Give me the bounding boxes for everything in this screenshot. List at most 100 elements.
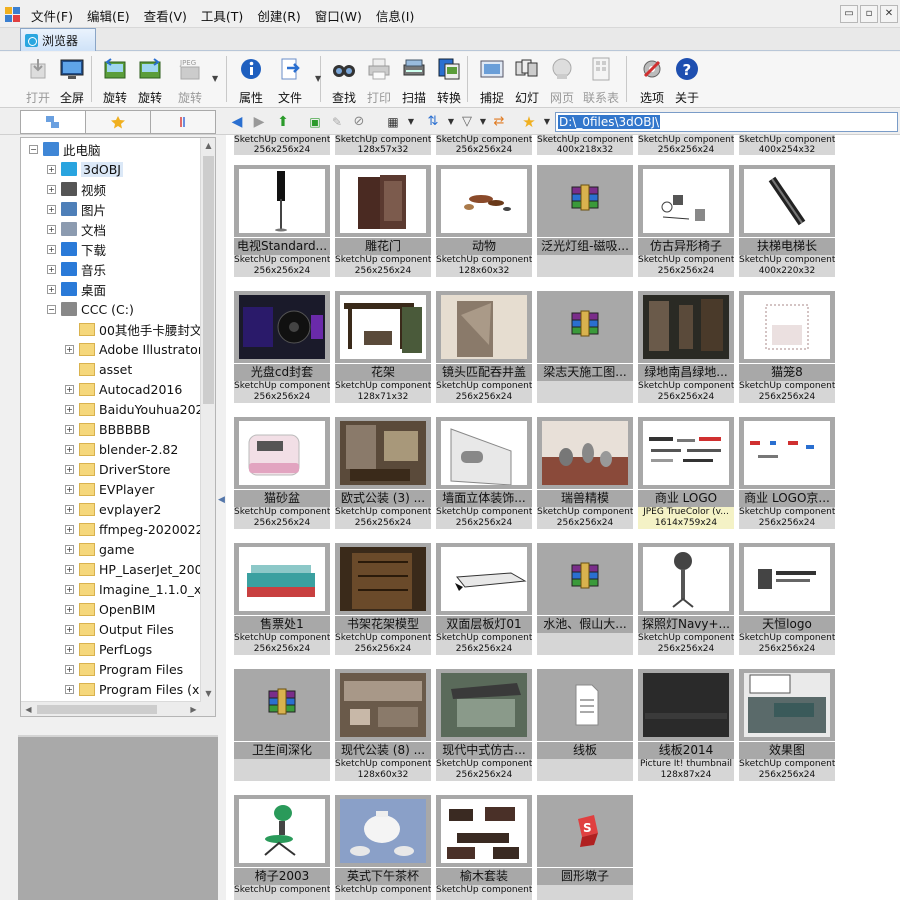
panel-splitter[interactable]: ◀ [218, 495, 225, 515]
tree-item[interactable]: 00其他手卡腰封文 [65, 319, 202, 339]
tree-item[interactable]: + ffmpeg-2020022 [65, 519, 204, 539]
expand-icon[interactable]: + [47, 284, 56, 294]
thumbnail-partial[interactable]: SketchUp component 256x256x24 [436, 135, 532, 155]
thumbnail-item[interactable]: 花架 SketchUp component 128x71x32 [335, 291, 431, 408]
toolbar-button-info[interactable]: 属性 [233, 56, 269, 106]
rename-icon[interactable]: ✎ [328, 113, 346, 131]
expand-icon[interactable]: + [47, 244, 56, 254]
thumbnail-item[interactable]: 泛光灯组-磁吸... [537, 165, 633, 282]
thumbnail-item[interactable]: 售票处1 SketchUp component 256x256x24 [234, 543, 330, 660]
thumbnail-item[interactable]: S 圆形墩子 [537, 795, 633, 900]
thumbnail-item[interactable]: 商业 LOGO京... SketchUp component 256x256x24 [739, 417, 835, 534]
expand-icon[interactable]: + [47, 264, 56, 274]
refresh-icon[interactable]: ⇄ [490, 113, 508, 131]
thumbnail-item[interactable]: 雕花门 SketchUp component 256x256x24 [335, 165, 431, 282]
thumbnail-item[interactable]: 猫砂盆 SketchUp component 256x256x24 [234, 417, 330, 534]
thumbnail-item[interactable]: 线板 [537, 669, 633, 786]
thumbnail-item[interactable]: 双面层板灯01 SketchUp component 256x256x24 [436, 543, 532, 660]
tree-item[interactable]: + 图片 [47, 199, 106, 219]
toolbar-button-capture[interactable]: 捕捉 [474, 56, 510, 106]
thumbnail-item[interactable]: 欧式公装 (3) ... SketchUp component 256x256x24 [335, 417, 431, 534]
thumbnail-item[interactable]: 椅子2003 SketchUp component [234, 795, 330, 900]
toolbar-button-file[interactable]: 文件 [272, 56, 308, 106]
tree-item[interactable]: − 此电脑 [29, 139, 101, 159]
tree-horizontal-scrollbar[interactable]: ◀ ▶ [21, 701, 201, 716]
tree-item[interactable]: + 文档 [47, 219, 106, 239]
menu-item[interactable]: 窗口(W) [308, 0, 369, 28]
toolbar-button-printer[interactable]: 打印 [361, 56, 397, 106]
tree-item[interactable]: + BaiduYouhua202 [65, 399, 203, 419]
menu-item[interactable]: 文件(F) [24, 0, 80, 28]
toolbar-button-help[interactable]: ? 关于 [669, 56, 705, 106]
thumbnail-item[interactable]: 书架花架模型 SketchUp component 256x256x24 [335, 543, 431, 660]
thumbnail-partial[interactable]: SketchUp component 256x256x24 [638, 135, 734, 155]
menu-item[interactable]: 编辑(E) [80, 0, 137, 28]
scroll-thumb[interactable] [203, 156, 214, 404]
expand-icon[interactable]: + [65, 624, 74, 634]
expand-icon[interactable]: + [47, 164, 56, 174]
tree-item[interactable]: + Autocad2016 [65, 379, 182, 399]
tree-item[interactable]: + Output Files [65, 619, 174, 639]
tree-item[interactable]: + game [65, 539, 134, 559]
toolbar-button-webpage[interactable]: 网页 [544, 56, 580, 106]
toolbar-button-jpeg-rotate[interactable]: JPEG 旋转 [172, 56, 208, 106]
up-arrow-icon[interactable]: ⬆ [274, 113, 292, 131]
thumbnail-partial[interactable]: SketchUp component 256x256x24 [234, 135, 330, 155]
collapse-icon[interactable]: − [29, 144, 38, 154]
tree-item[interactable]: + blender-2.82 [65, 439, 178, 459]
menu-item[interactable]: 查看(V) [137, 0, 194, 28]
delete-icon[interactable]: ⊘ [350, 113, 368, 131]
tree-item[interactable]: asset [65, 359, 132, 379]
expand-icon[interactable]: + [47, 204, 56, 214]
toolbar-button-slideshow[interactable]: 幻灯 [509, 56, 545, 106]
restore-icon[interactable]: ▫ [860, 5, 878, 23]
expand-icon[interactable]: + [65, 344, 74, 354]
toolbar-button-rotate-left[interactable]: 旋转 [97, 56, 133, 106]
expand-icon[interactable]: + [65, 404, 74, 414]
expand-icon[interactable]: + [47, 184, 56, 194]
tree-item[interactable]: + 下载 [47, 239, 106, 259]
expand-icon[interactable]: + [47, 224, 56, 234]
close-icon[interactable]: ✕ [880, 5, 898, 23]
expand-icon[interactable]: + [65, 544, 74, 554]
tree-item[interactable]: +3dOBJ [47, 159, 123, 179]
expand-icon[interactable]: + [65, 604, 74, 614]
toolbar-button-contact-sheet[interactable]: 联系表 [583, 56, 619, 106]
chevron-down-icon[interactable]: ▼ [402, 113, 420, 131]
menu-item[interactable]: 工具(T) [194, 0, 250, 28]
thumbnail-item[interactable]: 梁志天施工图... [537, 291, 633, 408]
tree-item[interactable]: + DriverStore [65, 459, 171, 479]
tree-item[interactable]: + evplayer2 [65, 499, 161, 519]
expand-icon[interactable]: + [65, 424, 74, 434]
toolbar-button-convert[interactable]: 转换 [431, 56, 467, 106]
menu-item[interactable]: 信息(I) [369, 0, 421, 28]
tab-browser[interactable]: 浏览器 [20, 28, 96, 51]
thumbnail-item[interactable]: 英式下午茶杯 SketchUp component [335, 795, 431, 900]
thumbnail-item[interactable]: 瑞兽精模 SketchUp component 256x256x24 [537, 417, 633, 534]
address-bar[interactable]: D:\_0files\3dOBJ\ [555, 112, 898, 132]
new-folder-icon[interactable]: ▣ [306, 113, 324, 131]
tab-favorites[interactable] [86, 110, 151, 134]
tree-item[interactable]: − CCC (C:) [47, 299, 134, 319]
thumbnail-item[interactable]: 探照灯Navy+... SketchUp component 256x256x24 [638, 543, 734, 660]
toolbar-button-open[interactable]: 打开 [20, 56, 56, 106]
toolbar-button-binoculars[interactable]: 查找 [326, 56, 362, 106]
thumbnail-item[interactable]: 现代中式仿古... SketchUp component 256x256x24 [436, 669, 532, 786]
thumbnail-item[interactable]: 商业 LOGO JPEG TrueColor (v... 1614x759x24 [638, 417, 734, 534]
thumbnail-item[interactable]: 猫笼8 SketchUp component 256x256x24 [739, 291, 835, 408]
expand-icon[interactable]: + [65, 584, 74, 594]
thumbnail-item[interactable]: 榆木套装 SketchUp component [436, 795, 532, 900]
thumbnail-item[interactable]: 电视Standard... SketchUp component 256x256x2… [234, 165, 330, 282]
tree-item[interactable]: + Program Files (x [65, 679, 199, 699]
thumbnail-item[interactable]: 墙面立体装饰... SketchUp component 256x256x24 [436, 417, 532, 534]
thumbnail-partial[interactable]: SketchUp component 400x254x32 [739, 135, 835, 155]
expand-icon[interactable]: + [65, 444, 74, 454]
scroll-down-icon[interactable]: ▼ [201, 686, 215, 702]
toolbar-button-scanner[interactable]: 扫描 [396, 56, 432, 106]
tab-folders[interactable] [20, 110, 86, 134]
thumbnail-item[interactable]: 效果图 SketchUp component 256x256x24 [739, 669, 835, 786]
tree-item[interactable]: + 音乐 [47, 259, 106, 279]
thumbnail-item[interactable]: 水池、假山大... [537, 543, 633, 660]
expand-icon[interactable]: + [65, 464, 74, 474]
tab-catalog[interactable] [151, 110, 216, 134]
